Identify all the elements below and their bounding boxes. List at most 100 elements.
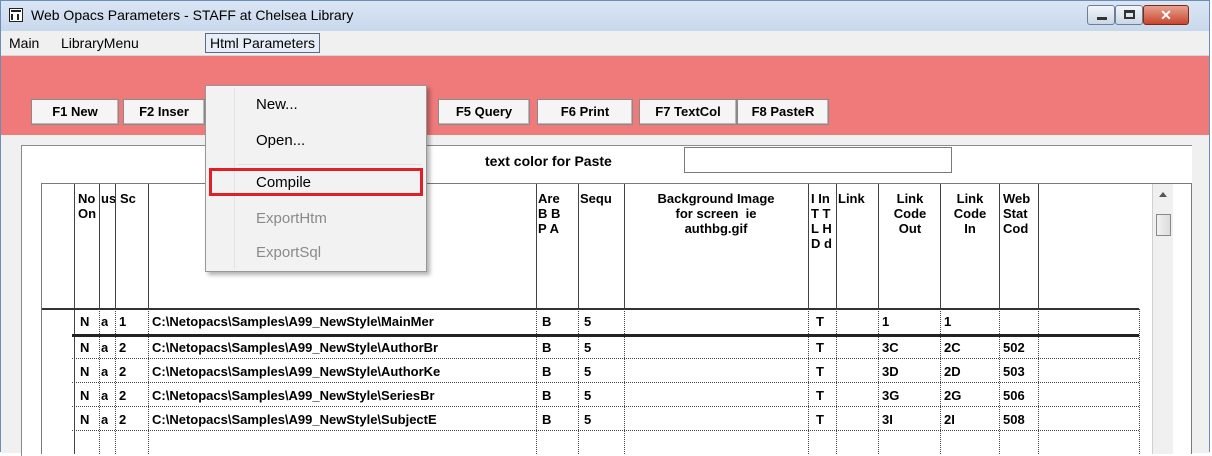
cell-link-in: 1 xyxy=(944,314,952,329)
maximize-button[interactable] xyxy=(1115,5,1143,25)
col-header-area[interactable]: Are B B P A xyxy=(538,191,568,309)
cell-sequence: 5 xyxy=(584,364,592,379)
cell-item: T xyxy=(816,388,824,403)
cell-sequence: 5 xyxy=(584,388,592,403)
menu-main[interactable]: Main xyxy=(5,34,43,52)
col-divider xyxy=(940,184,941,309)
paste-color-input[interactable] xyxy=(684,147,952,173)
table-row[interactable]: N a 2 C:\Netopacs\Samples\A99_NewStyle\A… xyxy=(72,336,1139,360)
f1-new-button[interactable]: F1 New xyxy=(31,99,119,125)
cell-path: C:\Netopacs\Samples\A99_NewStyle\Subject… xyxy=(152,412,437,427)
table-row[interactable]: N a 1 C:\Netopacs\Samples\A99_NewStyle\M… xyxy=(72,310,1139,334)
col-divider xyxy=(536,184,537,309)
app-window: Web Opacs Parameters - STAFF at Chelsea … xyxy=(0,0,1210,456)
menu-item-exporthtm[interactable]: ExportHtm xyxy=(256,210,327,227)
menu-separator xyxy=(238,164,422,165)
cell-no: N xyxy=(80,412,90,427)
f5-query-button[interactable]: F5 Query xyxy=(438,99,530,125)
close-button[interactable]: ✕ xyxy=(1143,5,1189,25)
cell-link-out: 1 xyxy=(882,314,890,329)
cell-sc: 1 xyxy=(119,314,127,329)
cell-area: B xyxy=(542,364,552,379)
cell-us: a xyxy=(101,340,109,355)
toolbar: F1 New F2 Inser F5 Query F6 Print F7 Tex… xyxy=(1,56,1209,135)
col-divider xyxy=(99,184,100,309)
cell-area: B xyxy=(542,340,552,355)
table-row[interactable]: N a 2 C:\Netopacs\Samples\A99_NewStyle\S… xyxy=(72,408,1139,432)
cell-web-stat: 506 xyxy=(1003,388,1025,403)
menu-html-parameters[interactable]: Html Parameters xyxy=(205,33,321,53)
col-divider xyxy=(999,184,1000,309)
cell-path: C:\Netopacs\Samples\A99_NewStyle\AuthorB… xyxy=(152,340,439,355)
col-header-sc[interactable]: Sc xyxy=(120,191,144,309)
cell-no: N xyxy=(80,388,90,403)
menu-library[interactable]: LibraryMenu xyxy=(57,34,143,52)
cell-no: N xyxy=(80,364,90,379)
compile-highlight-box xyxy=(209,168,423,196)
menu-bar: Main LibraryMenu Html Parameters xyxy=(1,31,1209,56)
col-header-web-stat-code[interactable]: Web Stat Cod xyxy=(1003,191,1033,309)
cell-area: B xyxy=(542,412,552,427)
cell-no: N xyxy=(80,340,90,355)
col-header-item[interactable]: I In T T L H D d xyxy=(811,191,839,309)
cell-link-out: 3I xyxy=(882,412,893,427)
cell-path: C:\Netopacs\Samples\A99_NewStyle\AuthorK… xyxy=(152,364,441,379)
col-divider xyxy=(1038,184,1039,309)
minimize-icon xyxy=(1097,17,1107,20)
title-bar[interactable]: Web Opacs Parameters - STAFF at Chelsea … xyxy=(1,1,1209,31)
cell-divider xyxy=(1139,309,1140,454)
menu-item-exportsql[interactable]: ExportSql xyxy=(256,244,321,261)
cell-web-stat: 503 xyxy=(1003,364,1025,379)
cell-link-in: 2C xyxy=(944,340,961,355)
cell-item: T xyxy=(816,412,824,427)
cell-sc: 2 xyxy=(119,412,127,427)
table-row[interactable]: N a 2 C:\Netopacs\Samples\A99_NewStyle\S… xyxy=(72,384,1139,408)
col-header-link[interactable]: Link xyxy=(838,191,876,309)
f6-print-button[interactable]: F6 Print xyxy=(537,99,633,125)
cell-sequence: 5 xyxy=(584,314,592,329)
col-header-sequence[interactable]: Sequ xyxy=(580,191,620,309)
vertical-scrollbar[interactable] xyxy=(1152,184,1173,454)
col-header-link-code-in[interactable]: Link Code In xyxy=(942,191,998,309)
cell-sc: 2 xyxy=(119,340,127,355)
col-divider xyxy=(148,184,149,309)
col-header-link-code-out[interactable]: Link Code Out xyxy=(882,191,938,309)
cell-no: N xyxy=(80,314,90,329)
menu-item-new[interactable]: New... xyxy=(256,96,298,113)
paste-color-label: text color for Paste xyxy=(485,153,612,169)
scroll-up-icon[interactable] xyxy=(1159,192,1167,197)
col-divider xyxy=(624,184,625,309)
window-title: Web Opacs Parameters - STAFF at Chelsea … xyxy=(31,7,354,23)
f8-paster-button[interactable]: F8 PasteR xyxy=(737,99,829,125)
cell-area: B xyxy=(542,314,552,329)
maximize-icon xyxy=(1124,10,1135,19)
minimize-button[interactable] xyxy=(1087,5,1115,25)
cell-web-stat: 508 xyxy=(1003,412,1025,427)
col-header-no-on[interactable]: No On xyxy=(78,191,100,309)
f2-insert-button[interactable]: F2 Inser xyxy=(123,99,205,125)
col-divider xyxy=(115,184,116,309)
cell-item: T xyxy=(816,340,824,355)
cell-path: C:\Netopacs\Samples\A99_NewStyle\SeriesB… xyxy=(152,388,435,403)
cell-sc: 2 xyxy=(119,388,127,403)
cell-link-out: 3D xyxy=(882,364,899,379)
col-header-background-image[interactable]: Background Image for screen ie authbg.gi… xyxy=(626,191,806,309)
col-divider xyxy=(808,184,809,309)
f7-textcol-button[interactable]: F7 TextCol xyxy=(639,99,737,125)
cell-item: T xyxy=(816,364,824,379)
cell-sequence: 5 xyxy=(584,340,592,355)
col-divider xyxy=(878,184,879,309)
html-parameters-menu: New... Open... Compile ExportHtm ExportS… xyxy=(205,85,427,272)
app-icon xyxy=(9,8,23,22)
close-icon: ✕ xyxy=(1160,7,1172,23)
scroll-thumb[interactable] xyxy=(1156,214,1171,236)
cell-link-in: 2D xyxy=(944,364,961,379)
cell-us: a xyxy=(101,388,109,403)
cell-us: a xyxy=(101,314,109,329)
cell-link-out: 3G xyxy=(882,388,900,403)
col-divider xyxy=(836,184,837,309)
menu-item-open[interactable]: Open... xyxy=(256,132,305,149)
table-row[interactable]: N a 2 C:\Netopacs\Samples\A99_NewStyle\A… xyxy=(72,360,1139,384)
col-header-us[interactable]: us xyxy=(101,191,115,309)
cell-sc: 2 xyxy=(119,364,127,379)
